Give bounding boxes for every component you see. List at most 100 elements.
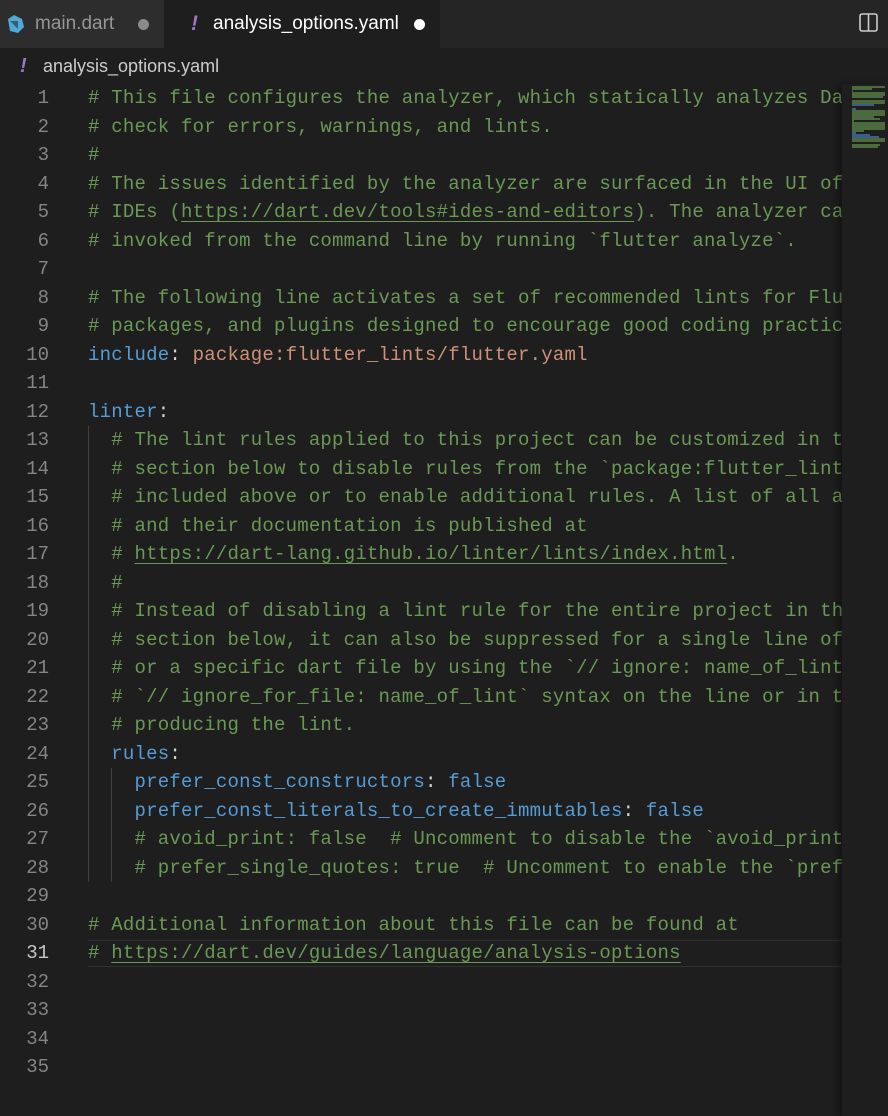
comment: # xyxy=(88,942,112,964)
link[interactable]: https://dart.dev/tools#ides-and-editors xyxy=(181,201,634,223)
code-line: 29 xyxy=(0,882,842,911)
code-line: 24 rules: xyxy=(0,740,842,769)
comment: # check for errors, warnings, and lints. xyxy=(88,115,553,138)
line-number: 2 xyxy=(37,115,49,138)
code-text: # The lint rules applied to this project… xyxy=(88,426,855,455)
code-text: # packages, and plugins designed to enco… xyxy=(88,312,855,341)
comment: # xyxy=(88,543,135,565)
line-number: 34 xyxy=(26,1027,49,1050)
code-line: 9 # packages, and plugins designed to enc… xyxy=(0,312,855,341)
code-line: 35 xyxy=(0,1053,842,1082)
unsaved-dot-icon[interactable] xyxy=(138,19,149,30)
yaml-value: false xyxy=(448,771,507,793)
yaml-key: linter xyxy=(88,400,158,423)
link[interactable]: https://dart.dev/guides/language/analysi… xyxy=(111,942,680,964)
comment: # Instead of disabling a lint rule for t… xyxy=(88,600,856,622)
line-number: 5 xyxy=(37,201,49,223)
code-line: 23 # producing the lint. xyxy=(0,711,842,740)
code-text: # This file configures the analyzer, whi… xyxy=(88,84,855,113)
code-line: 10 include: package:flutter_lints/flutter… xyxy=(0,341,842,370)
yaml-key: include xyxy=(88,343,170,366)
line-number: 12 xyxy=(26,400,49,423)
line-number: 31 xyxy=(26,942,49,964)
line-number: 10 xyxy=(26,343,49,366)
split-editor-icon[interactable] xyxy=(859,13,878,32)
line-number: 23 xyxy=(26,714,49,736)
yaml-icon: ! xyxy=(20,54,27,77)
comment: # section below to disable rules from th… xyxy=(88,457,856,480)
code-line: 20 # section below, it can also be suppr… xyxy=(0,626,843,655)
line-number: 7 xyxy=(37,258,49,280)
line-number: 3 xyxy=(37,144,49,166)
code-line: 17 # https://dart-lang.github.io/linter/… xyxy=(0,540,842,569)
code-line: 6 # invoked from the command line by runn… xyxy=(0,227,842,256)
line-number: 13 xyxy=(26,429,49,451)
code-line: 32 xyxy=(0,968,842,997)
code-text: linter: xyxy=(88,398,169,427)
line-number: 17 xyxy=(26,543,49,565)
code-text: prefer_const_literals_to_create_immutabl… xyxy=(88,797,704,826)
code-line: 26 prefer_const_literals_to_create_immut… xyxy=(0,797,842,826)
code-text: # xyxy=(88,569,123,598)
colon: : xyxy=(425,771,449,793)
code-line: 22 # `// ignore_for_file: name_of_lint` … xyxy=(0,683,855,712)
line-number: 27 xyxy=(26,828,49,850)
code-line: 2 # check for errors, warnings, and lints… xyxy=(0,113,842,142)
comment: # producing the lint. xyxy=(88,714,356,736)
line-number: 1 xyxy=(37,87,49,109)
line-number: 22 xyxy=(26,685,49,708)
colon: : xyxy=(169,742,181,765)
colon: : xyxy=(157,400,170,423)
code-line: 27 # avoid_print: false # Uncomment to d… xyxy=(0,825,855,854)
code-line: 25 prefer_const_constructors: false xyxy=(0,768,842,797)
line-number: 14 xyxy=(26,457,49,480)
comment: # The following line activates a set of … xyxy=(88,286,856,309)
line-number: 25 xyxy=(26,771,49,793)
unsaved-dot-icon[interactable] xyxy=(414,19,425,30)
code-line: 28 # prefer_single_quotes: true # Uncomm… xyxy=(0,854,855,883)
yaml-value: package:flutter_lints/flutter.yaml xyxy=(192,343,588,366)
yaml-key: rules xyxy=(111,742,170,765)
line-number: 11 xyxy=(26,372,49,394)
line-number: 28 xyxy=(26,856,49,879)
line-number: 24 xyxy=(26,742,49,765)
code-text: # prefer_single_quotes: true # Uncomment… xyxy=(88,854,855,883)
line-number: 6 xyxy=(37,229,49,252)
comment: # xyxy=(88,571,123,594)
code-line: 15 # included above or to enable additio… xyxy=(0,483,855,512)
minimap-line xyxy=(852,88,872,90)
line-number: 18 xyxy=(26,571,49,594)
code-text: # The issues identified by the analyzer … xyxy=(88,170,843,199)
code-text: # https://dart-lang.github.io/linter/lin… xyxy=(88,540,739,569)
tab-analysis-options-yaml[interactable]: ! analysis_options.yaml xyxy=(164,0,440,48)
minimap[interactable] xyxy=(842,84,888,1116)
yaml-key: prefer_const_constructors xyxy=(134,771,426,793)
code-line: 18 # xyxy=(0,569,842,598)
code-line: 11 xyxy=(0,369,842,398)
link[interactable]: https://dart-lang.github.io/linter/lints… xyxy=(135,543,728,565)
minimap-line xyxy=(852,96,883,98)
breadcrumb-file[interactable]: analysis_options.yaml xyxy=(43,56,219,77)
comment: . xyxy=(727,543,739,565)
tab-label: main.dart xyxy=(35,13,115,34)
line-number: 15 xyxy=(26,486,49,508)
tab-main-dart[interactable]: main.dart xyxy=(0,0,164,48)
line-number: 29 xyxy=(26,885,49,907)
line-number: 21 xyxy=(26,657,49,679)
comment: # The lint rules applied to this project… xyxy=(88,429,856,451)
code-text: # xyxy=(88,141,100,170)
comment: # `// ignore_for_file: name_of_lint` syn… xyxy=(88,685,856,708)
code-line: 19 # Instead of disabling a lint rule fo… xyxy=(0,597,855,626)
comment: # invoked from the command line by runni… xyxy=(88,229,797,252)
yaml-key: prefer_const_literals_to_create_immutabl… xyxy=(134,799,623,822)
code-editor[interactable]: 1 # This file configures the analyzer, wh… xyxy=(0,84,855,1116)
code-text: # Additional information about this file… xyxy=(88,911,739,940)
code-line: 34 xyxy=(0,1025,842,1054)
code-line: 8 # The following line activates a set of… xyxy=(0,284,855,313)
code-text: include: package:flutter_lints/flutter.y… xyxy=(88,341,588,370)
indent-guide xyxy=(88,426,89,882)
comment: # packages, and plugins designed to enco… xyxy=(88,315,856,337)
yaml-icon: ! xyxy=(191,12,198,35)
code-line: 5 # IDEs (https://dart.dev/tools#ides-and… xyxy=(0,198,855,227)
